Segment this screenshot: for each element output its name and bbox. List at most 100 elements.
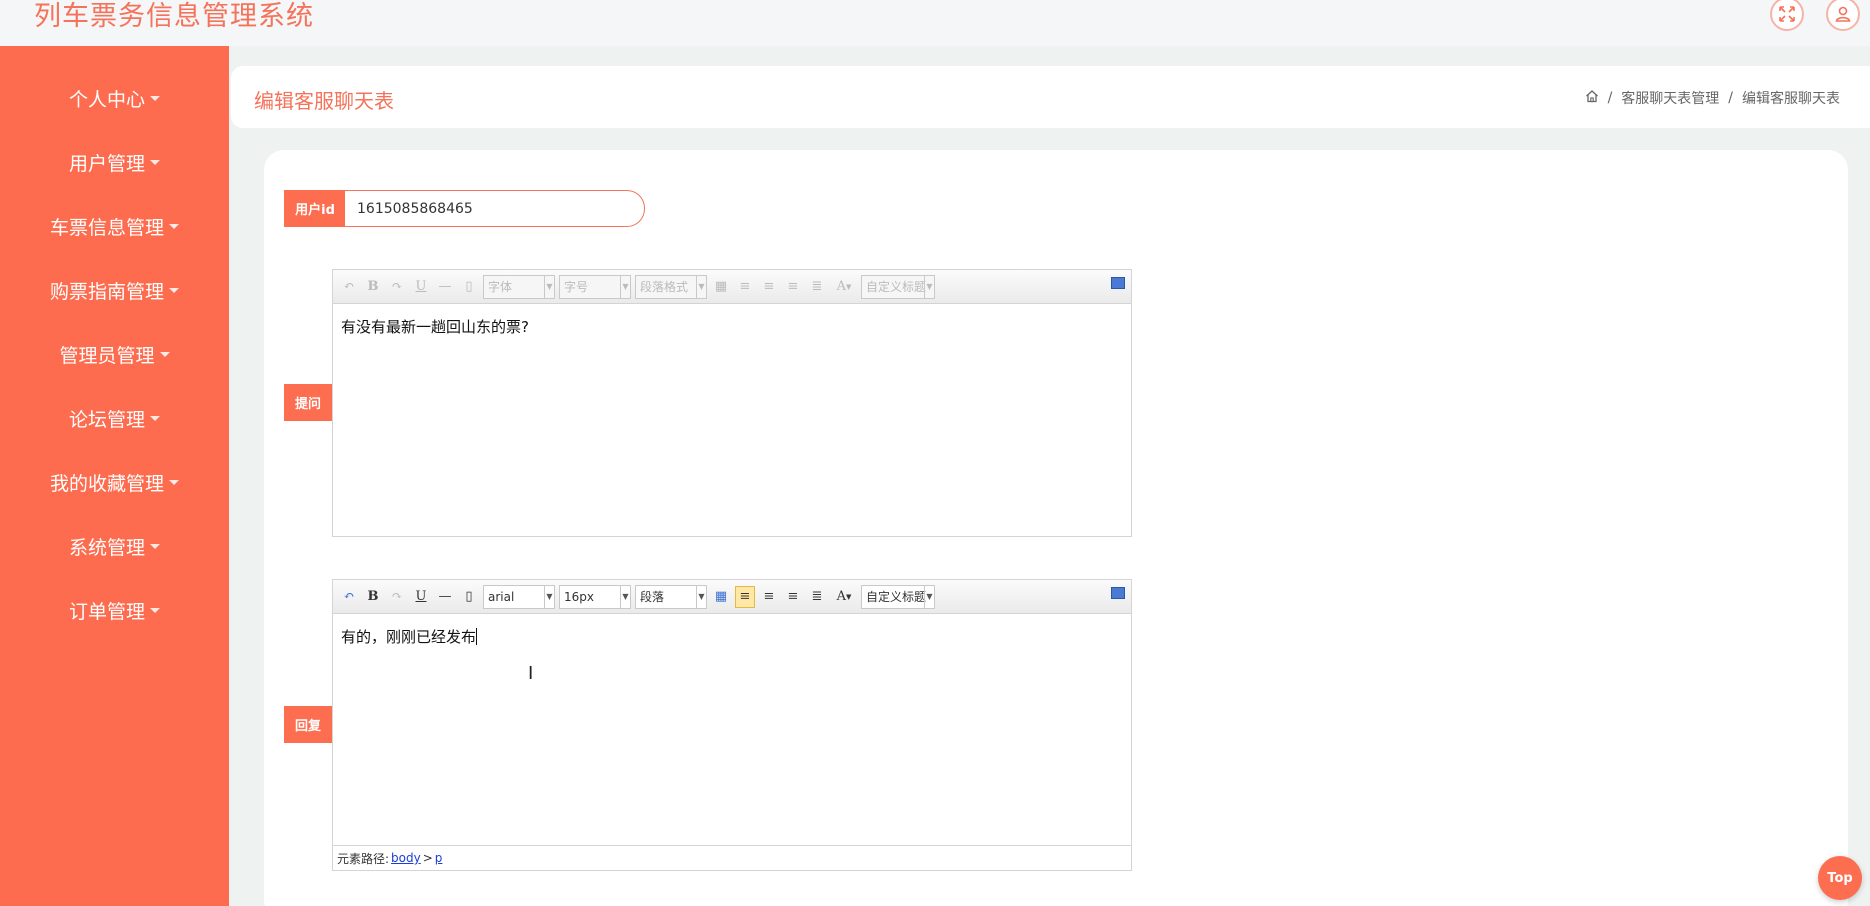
sidebar-item-forum[interactable]: 论坛管理 [0,386,229,450]
table-icon[interactable]: ▦ [711,586,731,608]
dropdown-arrow-icon: ▼ [696,585,706,608]
font-color-icon[interactable]: A ▼ [831,276,857,298]
custom-title-value: 自定义标题 [866,590,927,604]
align-center-icon[interactable]: ≡ [783,276,803,298]
sidebar-item-user-management[interactable]: 用户管理 [0,130,229,194]
text-cursor [476,628,478,645]
font-size-select[interactable]: 字号 ▼ [559,274,631,299]
font-size-select[interactable]: 16px ▼ [559,584,631,609]
app-title: 列车票务信息管理系统 [34,1,314,32]
page-icon[interactable]: ▯ [459,276,479,298]
caret-down-icon [150,543,160,549]
sidebar-item-personal-center[interactable]: 个人中心 [0,66,229,130]
sidebar-item-favorites[interactable]: 我的收藏管理 [0,450,229,514]
caret-down-icon [150,607,160,613]
breadcrumb-item[interactable]: 客服聊天表管理 [1621,88,1719,108]
top-bar: 列车票务信息管理系统 [0,0,1870,46]
align-center-icon[interactable]: ≡ [783,586,803,608]
bold-icon[interactable]: B [363,276,383,298]
font-size-value: 16px [564,589,594,604]
dropdown-arrow-icon: ▼ [544,585,554,608]
dropdown-arrow-icon: ▼ [696,275,706,298]
element-path-sep: > [422,851,433,865]
paragraph-select[interactable]: 段落格式 ▼ [635,274,707,299]
page-icon[interactable]: ▯ [459,586,479,608]
table-icon[interactable]: ▦ [711,276,731,298]
horizontal-rule-icon[interactable]: — [435,586,455,608]
page-header: 编辑客服聊天表 / 客服聊天表管理 / 编辑客服聊天表 [231,66,1870,128]
undo-icon[interactable]: ↶ [339,276,359,298]
sidebar-item-orders[interactable]: 订单管理 [0,578,229,642]
breadcrumb: / 客服聊天表管理 / 编辑客服聊天表 [1585,88,1840,108]
fullscreen-editor-icon[interactable] [1111,587,1125,599]
sidebar-item-label: 订单管理 [68,600,145,623]
back-to-top-button[interactable]: Top [1818,856,1862,900]
question-editor: ↶ B ↷ U — ▯ 字体 ▼ 字号 ▼ 段落格式 ▼ ▦ ≡ ≡ ≡ ≣ A ▼ 自… [332,269,1132,537]
custom-title-select[interactable]: 自定义标题 ▼ [861,584,935,609]
caret-down-icon [169,287,179,293]
element-path-body[interactable]: body [391,851,421,865]
user-id-input[interactable] [345,190,645,227]
underline-icon[interactable]: U [411,586,431,608]
reply-text-area[interactable]: 有的，刚刚已经发布 [333,614,1131,845]
align-justify-icon[interactable]: ≣ [807,586,827,608]
align-right-icon[interactable]: ≡ [759,276,779,298]
redo-icon[interactable]: ↷ [387,586,407,608]
sidebar-item-label: 论坛管理 [68,408,145,431]
font-family-select[interactable]: arial ▼ [483,584,555,609]
caret-down-icon [169,223,179,229]
editor-toolbar: ↶ B ↷ U — ▯ 字体 ▼ 字号 ▼ 段落格式 ▼ ▦ ≡ ≡ ≡ ≣ A ▼ 自… [333,270,1131,304]
mouse-ibeam-cursor: I [528,663,534,684]
sidebar-item-admin-management[interactable]: 管理员管理 [0,322,229,386]
breadcrumb-separator: / [1728,90,1733,106]
reply-editor: ↶ B ↷ U — ▯ arial ▼ 16px ▼ 段落 ▼ ▦ ≡ ≡ ≡ ≣ A… [332,579,1132,871]
align-left-icon[interactable]: ≡ [735,276,755,298]
element-path-bar: 元素路径: body > p [333,845,1131,870]
sidebar-item-label: 车票信息管理 [49,216,164,239]
element-path-p[interactable]: p [435,851,443,865]
sidebar-item-label: 购票指南管理 [49,280,164,303]
question-text[interactable]: 有没有最新一趟回山东的票? [333,304,1131,349]
dropdown-arrow-icon: ▼ [924,275,934,298]
home-icon[interactable] [1585,89,1599,107]
caret-down-icon [150,159,160,165]
paragraph-value: 段落格式 [640,280,689,294]
redo-icon[interactable]: ↷ [387,276,407,298]
sidebar-item-purchase-guide[interactable]: 购票指南管理 [0,258,229,322]
page-title: 编辑客服聊天表 [254,89,394,113]
underline-icon[interactable]: U [411,276,431,298]
user-id-label: 用户id [284,190,346,227]
align-left-icon[interactable]: ≡ [735,585,755,608]
font-family-value: 字体 [488,280,513,294]
bold-icon[interactable]: B [363,586,383,608]
question-label: 提问 [284,384,332,421]
caret-down-icon [169,479,179,485]
dropdown-arrow-icon: ▼ [544,275,554,298]
font-color-glyph: A [836,589,846,604]
align-right-icon[interactable]: ≡ [759,586,779,608]
editor-toolbar: ↶ B ↷ U — ▯ arial ▼ 16px ▼ 段落 ▼ ▦ ≡ ≡ ≡ ≣ A… [333,580,1131,614]
dropdown-arrow-icon: ▼ [620,585,630,608]
font-color-icon[interactable]: A ▼ [831,586,857,608]
sidebar-item-system[interactable]: 系统管理 [0,514,229,578]
horizontal-rule-icon[interactable]: — [435,276,455,298]
fullscreen-editor-icon[interactable] [1111,277,1125,289]
sidebar: 个人中心 用户管理 车票信息管理 购票指南管理 管理员管理 论坛管理 我的收藏管… [0,46,229,906]
paragraph-value: 段落 [640,590,665,604]
caret-down-icon [150,415,160,421]
paragraph-select[interactable]: 段落 ▼ [635,584,707,609]
sidebar-item-ticket-info[interactable]: 车票信息管理 [0,194,229,258]
undo-icon[interactable]: ↶ [339,586,359,608]
user-icon[interactable] [1826,0,1860,31]
sidebar-item-label: 我的收藏管理 [49,472,164,495]
custom-title-select[interactable]: 自定义标题 ▼ [861,274,935,299]
sidebar-item-label: 管理员管理 [59,344,155,367]
align-justify-icon[interactable]: ≣ [807,276,827,298]
fullscreen-icon[interactable] [1770,0,1804,31]
font-family-select[interactable]: 字体 ▼ [483,274,555,299]
caret-down-icon [159,351,170,357]
sidebar-item-label: 系统管理 [68,536,145,559]
caret-down-icon [150,95,160,101]
sidebar-item-label: 用户管理 [68,152,145,175]
breadcrumb-separator: / [1607,90,1613,106]
